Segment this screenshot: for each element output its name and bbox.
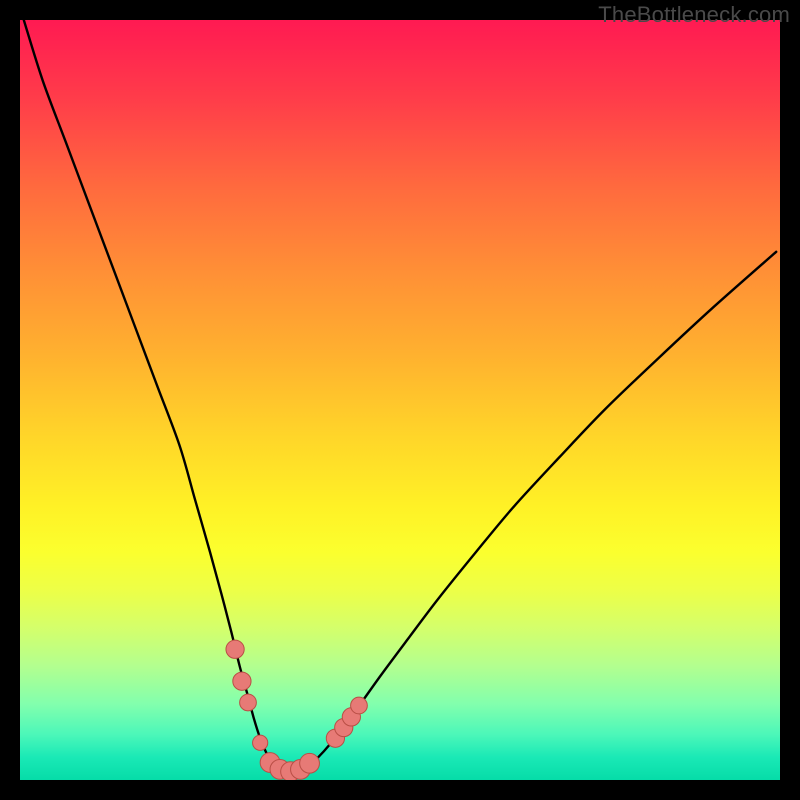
watermark-text: TheBottleneck.com bbox=[598, 2, 790, 28]
data-point-marker bbox=[351, 697, 368, 714]
data-point-marker bbox=[253, 735, 268, 750]
data-point-marker bbox=[233, 672, 251, 690]
data-point-marker bbox=[300, 753, 320, 773]
data-point-marker bbox=[240, 694, 257, 711]
data-point-markers bbox=[20, 20, 780, 780]
data-point-marker bbox=[226, 640, 244, 658]
